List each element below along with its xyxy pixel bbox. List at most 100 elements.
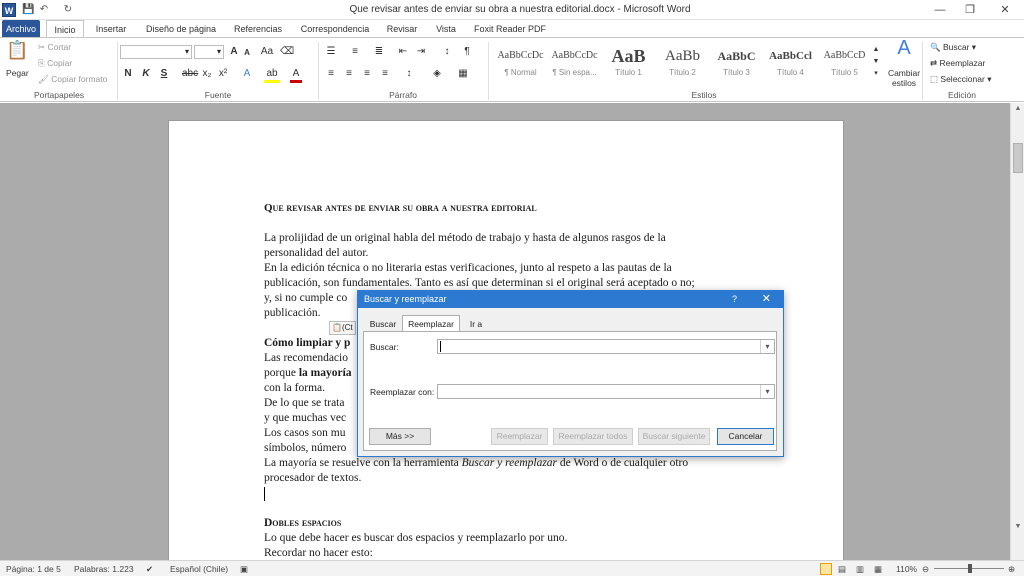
style-sin-espacio[interactable]: AaBbCcDc ¶ Sin espa... xyxy=(548,44,601,84)
superscript-button[interactable]: x² xyxy=(216,68,230,80)
change-styles-icon[interactable]: A xyxy=(890,38,918,58)
undo-icon[interactable]: ↶ xyxy=(38,3,50,17)
styles-scroll-icon[interactable]: ▲ ▼ ▾ xyxy=(872,44,880,80)
decrease-indent-icon[interactable]: ⇤ xyxy=(396,46,410,58)
tab-foxit[interactable]: Foxit Reader PDF xyxy=(470,20,550,38)
dialog-tab-buscar[interactable]: Buscar xyxy=(366,316,400,332)
align-left-icon[interactable]: ≡ xyxy=(324,68,338,80)
align-right-icon[interactable]: ≡ xyxy=(360,68,374,80)
clear-format-icon[interactable]: ⌫ xyxy=(280,46,294,58)
zoom-level[interactable]: 110% xyxy=(896,563,917,575)
find-button[interactable]: 🔍 Buscar ▾ xyxy=(930,42,976,53)
format-painter-button[interactable]: 🖌 Copiar formato xyxy=(38,74,107,85)
paste-options-tag[interactable]: 📋(Ct xyxy=(329,321,356,335)
style-titulo-5[interactable]: AaBbCcD Título 5 xyxy=(818,44,871,84)
font-color-icon[interactable]: A xyxy=(290,68,302,83)
line-spacing-icon[interactable]: ↕ xyxy=(402,68,416,80)
replace-button[interactable]: ⇄ Reemplazar xyxy=(930,58,985,69)
minimize-button[interactable]: — xyxy=(925,0,955,20)
tab-correspondencia[interactable]: Correspondencia xyxy=(292,20,378,38)
close-button[interactable]: ✕ xyxy=(990,0,1020,20)
scroll-thumb[interactable] xyxy=(1013,143,1023,173)
shrink-font-icon[interactable]: A xyxy=(242,47,252,59)
zoom-in-icon[interactable]: ⊕ xyxy=(1008,563,1015,575)
text-effects-icon[interactable]: A xyxy=(240,68,254,80)
style-titulo-3[interactable]: AaBbC Título 3 xyxy=(710,44,763,84)
proofing-icon[interactable]: ✔ xyxy=(146,563,153,575)
replace-all-button[interactable]: Reemplazar todos xyxy=(553,428,633,445)
zoom-out-icon[interactable]: ⊖ xyxy=(922,563,929,575)
style-normal[interactable]: AaBbCcDc ¶ Normal xyxy=(494,44,547,84)
numbering-icon[interactable]: ≡ xyxy=(348,46,362,58)
restore-button[interactable]: ❐ xyxy=(955,0,985,20)
doc-paragraph: y, si no cumple co xyxy=(264,292,348,304)
tab-revisar[interactable]: Revisar xyxy=(382,20,422,38)
show-marks-icon[interactable]: ¶ xyxy=(460,46,474,58)
grow-font-icon[interactable]: A xyxy=(228,46,240,58)
shading-icon[interactable]: ◈ xyxy=(430,68,444,80)
tab-referencias[interactable]: Referencias xyxy=(228,20,288,38)
redo-icon[interactable]: ↻ xyxy=(62,3,74,17)
word-count[interactable]: Palabras: 1.223 xyxy=(74,563,134,575)
style-titulo-2[interactable]: AaBb Título 2 xyxy=(656,44,709,84)
font-size-select[interactable]: ▾ xyxy=(194,45,224,59)
dialog-titlebar: Buscar y reemplazar ? ✕ xyxy=(358,291,783,308)
tab-archivo[interactable]: Archivo xyxy=(2,20,40,38)
underline-button[interactable]: S xyxy=(158,68,170,80)
language-indicator[interactable]: Español (Chile) xyxy=(170,563,228,575)
subscript-button[interactable]: x₂ xyxy=(200,68,214,80)
bullets-icon[interactable]: ☰ xyxy=(324,46,338,58)
draft-icon[interactable]: ▦ xyxy=(874,563,882,575)
highlight-icon[interactable]: ab xyxy=(264,68,280,83)
dialog-tab-reemplazar[interactable]: Reemplazar xyxy=(402,315,460,332)
change-case-icon[interactable]: Aa xyxy=(260,46,274,58)
bold-button[interactable]: N xyxy=(122,68,134,80)
cut-label: Cortar xyxy=(47,42,72,52)
find-next-button[interactable]: Buscar siguiente xyxy=(638,428,710,445)
select-button[interactable]: ⬚ Seleccionar ▾ xyxy=(930,74,991,85)
help-icon[interactable]: ? xyxy=(732,291,737,308)
print-layout-icon[interactable] xyxy=(820,563,832,575)
more-button[interactable]: Más >> xyxy=(369,428,431,445)
borders-icon[interactable]: ▦ xyxy=(456,68,470,80)
paste-button[interactable]: Pegar xyxy=(6,68,29,79)
reading-layout-icon[interactable]: ▤ xyxy=(838,563,846,575)
chevron-down-icon[interactable]: ▾ xyxy=(760,340,774,353)
font-name-select[interactable]: ▾ xyxy=(120,45,192,59)
scroll-up-icon[interactable]: ▲ xyxy=(1013,105,1023,115)
web-layout-icon[interactable]: ▥ xyxy=(856,563,864,575)
dialog-tab-ir-a[interactable]: Ir a xyxy=(462,316,490,332)
cancel-button[interactable]: Cancelar xyxy=(717,428,774,445)
dialog-close-icon[interactable]: ✕ xyxy=(762,291,771,308)
multilevel-icon[interactable]: ≣ xyxy=(372,46,386,58)
tab-insertar[interactable]: Insertar xyxy=(88,20,134,38)
paste-icon[interactable]: 📋 xyxy=(6,41,28,66)
strikethrough-button[interactable]: abc xyxy=(182,68,198,80)
scroll-down-icon[interactable]: ▼ xyxy=(1013,523,1023,533)
vertical-scrollbar[interactable]: ▲ ▼ xyxy=(1010,103,1024,560)
page-count[interactable]: Página: 1 de 5 xyxy=(6,563,61,575)
style-titulo-1[interactable]: AaB Título 1 xyxy=(602,44,655,84)
align-center-icon[interactable]: ≡ xyxy=(342,68,356,80)
tab-inicio[interactable]: Inicio xyxy=(46,20,84,38)
tab-diseno[interactable]: Diseño de página xyxy=(138,20,224,38)
copy-button[interactable]: ⎘ Copiar xyxy=(38,58,72,69)
cut-button[interactable]: ✂ Cortar xyxy=(38,42,71,53)
word-logo-icon[interactable]: W xyxy=(2,3,16,17)
zoom-slider-thumb[interactable] xyxy=(968,564,972,573)
save-icon[interactable]: 💾 xyxy=(22,3,34,17)
tab-vista[interactable]: Vista xyxy=(428,20,464,38)
macro-icon[interactable]: ▣ xyxy=(240,563,248,575)
change-styles-button[interactable]: Cambiar estilos xyxy=(884,68,924,88)
find-label: Buscar xyxy=(942,42,970,52)
replace-input[interactable]: ▾ xyxy=(437,384,775,399)
increase-indent-icon[interactable]: ⇥ xyxy=(414,46,428,58)
style-preview: AaBbCcl xyxy=(769,50,812,62)
chevron-down-icon[interactable]: ▾ xyxy=(760,385,774,398)
replace-one-button[interactable]: Reemplazar xyxy=(491,428,548,445)
sort-icon[interactable]: ↕ xyxy=(440,46,454,58)
italic-button[interactable]: K xyxy=(140,68,152,80)
justify-icon[interactable]: ≡ xyxy=(378,68,392,80)
style-titulo-4[interactable]: AaBbCcl Título 4 xyxy=(764,44,817,84)
find-input[interactable]: ▾ xyxy=(437,339,775,354)
